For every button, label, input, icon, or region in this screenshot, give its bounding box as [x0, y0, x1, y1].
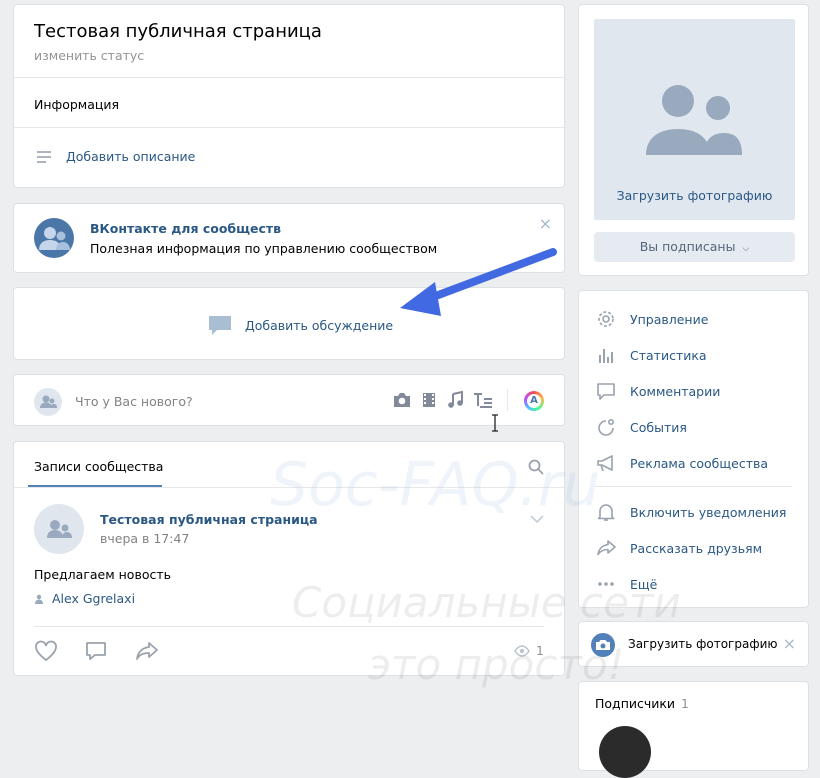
divider: [507, 389, 508, 411]
menu-item-label: События: [630, 419, 687, 435]
post-author-avatar[interactable]: [34, 504, 84, 554]
tab-community-posts[interactable]: Записи сообщества: [34, 459, 163, 474]
author-letter: A: [527, 394, 541, 408]
subscriber-avatar[interactable]: [599, 726, 651, 778]
lines-icon: [36, 150, 52, 164]
discussion-icon: [207, 314, 233, 336]
subscribed-label: Вы подписаны: [639, 239, 736, 254]
event-icon: [596, 417, 616, 437]
menu-item-label: Реклама сообщества: [630, 455, 769, 471]
chevron-down-icon: ⌵: [742, 244, 750, 254]
users-avatar-icon: [34, 218, 74, 258]
divider: [14, 77, 564, 78]
subscribers-label: Подписчики: [595, 696, 676, 711]
info-heading: Информация: [34, 97, 120, 112]
gear-icon: [596, 309, 616, 329]
community-posts: Записи сообщества Тестовая публичная стр…: [13, 441, 565, 676]
megaphone-icon: [596, 453, 616, 473]
upload-photo-widget[interactable]: Загрузить фотографию ×: [578, 621, 809, 667]
upload-photo-placeholder[interactable]: Загрузить фотографию: [594, 19, 795, 220]
change-status-link[interactable]: изменить статус: [34, 48, 144, 63]
views-count: 1: [536, 643, 544, 658]
add-description-label: Добавить описание: [66, 149, 196, 164]
add-discussion-label: Добавить обсуждение: [245, 317, 394, 333]
close-icon[interactable]: ×: [783, 634, 796, 653]
post-composer: Что у Вас нового? A: [13, 374, 565, 426]
like-icon[interactable]: [34, 640, 58, 662]
post-signer-name: Alex Ggrelaxi: [52, 591, 136, 606]
subscribers-count: 1: [681, 696, 689, 711]
menu-item-events[interactable]: События: [596, 417, 687, 437]
search-icon[interactable]: [528, 459, 544, 475]
post-signer[interactable]: Alex Ggrelaxi: [34, 591, 135, 606]
divider: [14, 487, 564, 488]
author-select-icon[interactable]: A: [524, 391, 544, 411]
comment-icon[interactable]: [84, 640, 108, 662]
promo-title[interactable]: ВКонтакте для сообществ: [90, 221, 281, 236]
post-actions: [34, 640, 160, 662]
community-header-card: Тестовая публичная страница изменить ста…: [13, 4, 565, 188]
menu-item-more[interactable]: Ещё: [596, 574, 657, 594]
divider: [595, 486, 792, 487]
menu-item-comments[interactable]: Комментарии: [596, 381, 720, 401]
user-icon: [34, 594, 44, 604]
menu-item-label: Ещё: [630, 576, 658, 592]
promo-text: Полезная информация по управлению сообще…: [90, 241, 438, 256]
menu-item-label: Управление: [630, 311, 709, 327]
post-views: 1: [514, 643, 544, 658]
annotation-arrow-icon: [400, 248, 557, 316]
subscribed-button[interactable]: Вы подписаны ⌵: [594, 232, 795, 262]
divider: [14, 127, 564, 128]
community-avatar-icon: [34, 388, 62, 416]
post-author-name[interactable]: Тестовая публичная страница: [100, 512, 318, 527]
subscribers-title[interactable]: Подписчики 1: [595, 696, 689, 711]
close-icon[interactable]: ×: [539, 214, 552, 233]
upload-photo-widget-label: Загрузить фотографию: [628, 637, 778, 651]
more-icon: [596, 574, 616, 594]
menu-item-label: Статистика: [630, 347, 707, 363]
camera-icon[interactable]: [392, 391, 412, 409]
menu-item-ads[interactable]: Реклама сообщества: [596, 453, 768, 473]
share-icon: [596, 538, 616, 558]
video-icon[interactable]: [420, 391, 438, 409]
add-description-link[interactable]: Добавить описание: [36, 149, 195, 164]
post-input[interactable]: Что у Вас нового?: [75, 394, 193, 409]
page-title: Тестовая публичная страница: [34, 21, 322, 42]
menu-item-label: Рассказать друзьям: [630, 540, 763, 556]
article-icon[interactable]: [472, 391, 494, 409]
community-photo-card: Загрузить фотографию Вы подписаны ⌵: [578, 4, 809, 276]
menu-item-label: Комментарии: [630, 383, 721, 399]
menu-item-label: Включить уведомления: [630, 504, 787, 520]
share-icon[interactable]: [134, 640, 160, 662]
eye-icon: [514, 644, 530, 657]
menu-item-notifications[interactable]: Включить уведомления: [596, 502, 786, 522]
chevron-down-icon[interactable]: [530, 514, 544, 524]
upload-photo-label: Загрузить фотографию: [616, 188, 773, 203]
community-menu: Управление Статистика Комментарии Событи…: [578, 290, 809, 608]
stats-icon: [596, 345, 616, 365]
post-text: Предлагаем новость: [34, 567, 171, 582]
menu-item-statistics[interactable]: Статистика: [596, 345, 707, 365]
add-discussion-button[interactable]: Добавить обсуждение: [207, 314, 393, 336]
menu-item-tell-friends[interactable]: Рассказать друзьям: [596, 538, 762, 558]
post-time[interactable]: вчера в 17:47: [100, 531, 189, 546]
text-cursor-icon: [492, 414, 498, 432]
music-icon[interactable]: [446, 391, 464, 409]
menu-item-management[interactable]: Управление: [596, 309, 708, 329]
bell-icon: [596, 502, 616, 522]
divider: [34, 626, 544, 627]
attach-toolbar: [392, 391, 494, 409]
subscribers-card: Подписчики 1: [578, 681, 809, 778]
comment-icon: [596, 381, 616, 401]
camera-icon: [591, 633, 615, 657]
